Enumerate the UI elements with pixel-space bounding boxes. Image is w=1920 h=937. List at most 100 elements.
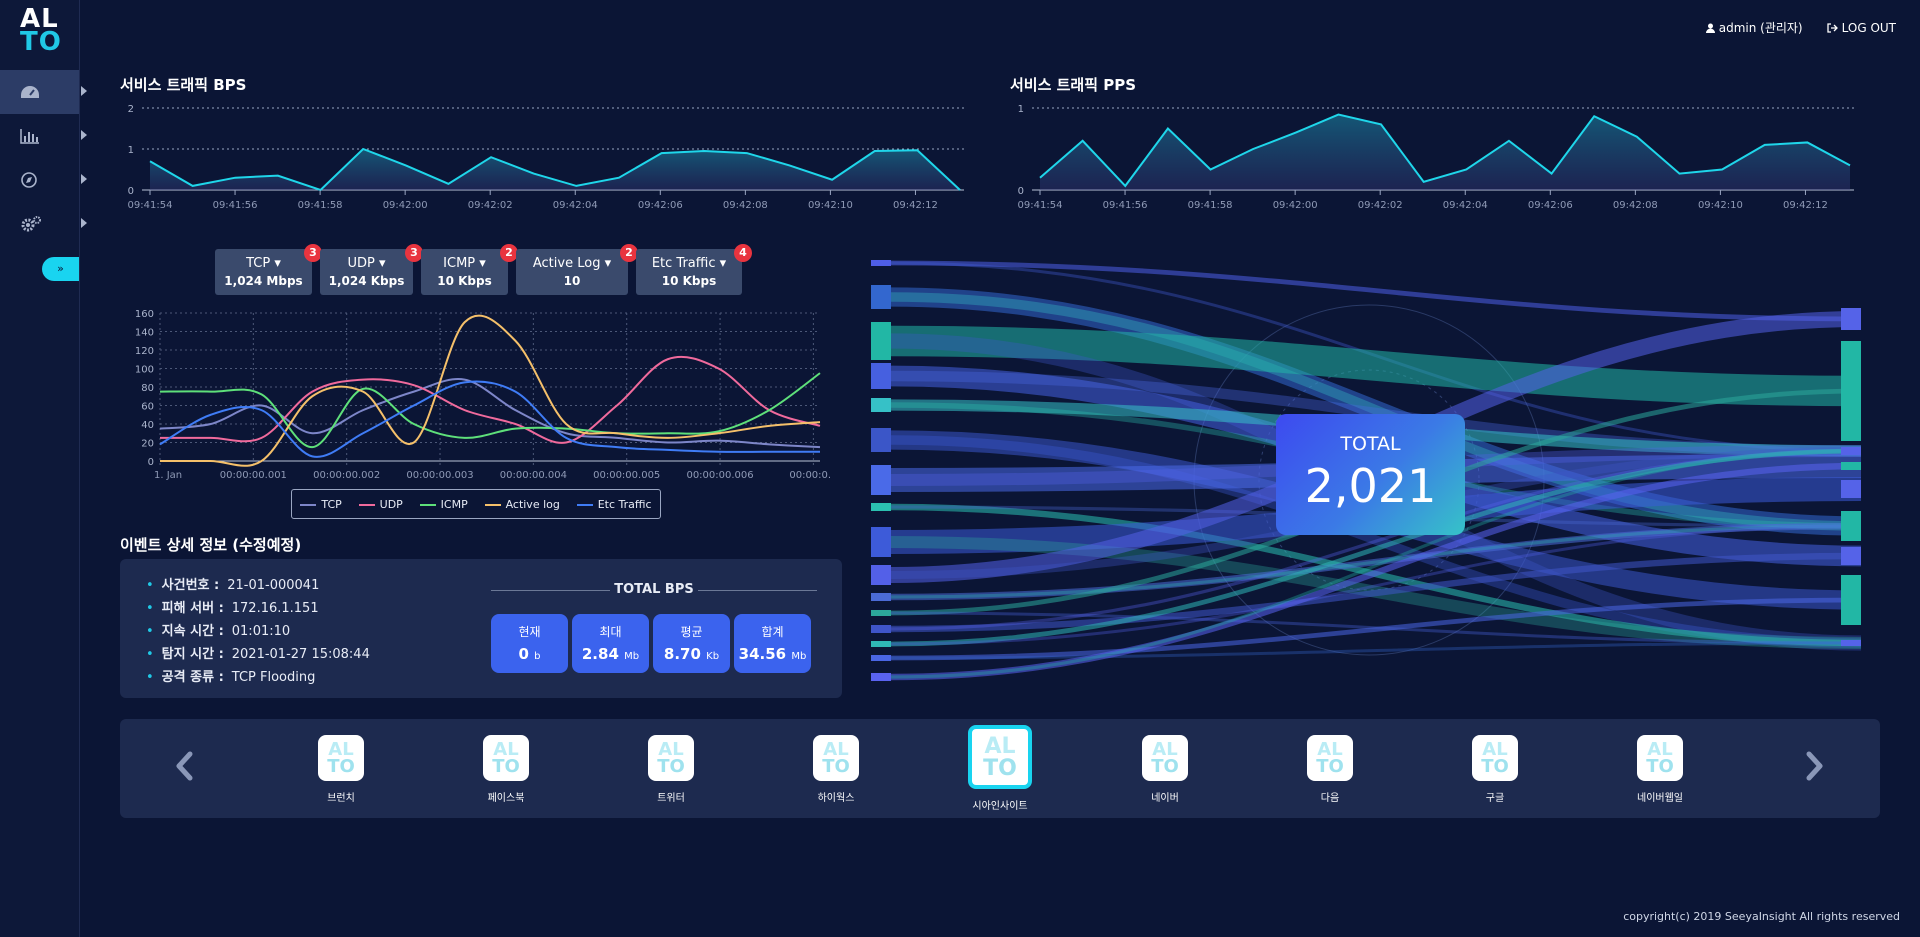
sankey-source-node[interactable] [871, 625, 891, 633]
sankey-source-node[interactable] [871, 565, 891, 585]
sankey-source-node[interactable] [871, 610, 891, 616]
user-icon [1705, 23, 1715, 33]
site-label: 다음 [1320, 793, 1340, 804]
line-chart-legend: TCP UDP ICMP Active log Etc Traffic [291, 489, 661, 519]
sankey-source-node[interactable] [871, 260, 891, 266]
site-logo-icon: AL TO [1472, 735, 1518, 781]
sankey-target-node[interactable] [1841, 640, 1861, 646]
site-item[interactable]: AL TO 트위터 [626, 735, 716, 804]
card-value: 2.84 [581, 645, 619, 663]
legend-label: Etc Traffic [597, 497, 652, 511]
tab-name: ICMP [443, 256, 476, 271]
x-tick-label: 09:42:00 [383, 200, 428, 211]
sankey-source-node[interactable] [871, 655, 891, 661]
bar-chart-icon [20, 129, 39, 144]
y-tick-label: 0 [148, 457, 154, 468]
sankey-source-node[interactable] [871, 398, 891, 412]
count-badge: 4 [734, 244, 752, 262]
sidebar-item-settings[interactable] [0, 202, 87, 246]
sankey-source-node[interactable] [871, 673, 891, 681]
tab-etc-traffic[interactable]: Etc Traffic ▾ 10 Kbps 4 [636, 244, 752, 295]
sidebar-expand-button[interactable]: » [42, 257, 79, 281]
event-row: 사건번호 : 21-01-000041 [146, 574, 370, 597]
event-detail-list: 사건번호 : 21-01-000041 피해 서버 : 172.16.1.151 지… [146, 574, 370, 689]
legend-label: ICMP [440, 497, 468, 511]
x-tick-label: 1. Jan [154, 470, 182, 481]
sankey-target-node[interactable] [1841, 462, 1861, 470]
legend-item-etc-traffic[interactable]: Etc Traffic [576, 497, 652, 511]
bps-card-sum: 합계 34.56 Mb [734, 614, 811, 673]
x-tick-label: 09:42:04 [1443, 200, 1488, 211]
legend-item-icmp[interactable]: ICMP [419, 497, 468, 511]
tab-udp[interactable]: UDP ▾ 1,024 Kbps 3 [320, 244, 423, 295]
legend-item-tcp[interactable]: TCP [300, 498, 342, 511]
logout-icon [1826, 22, 1838, 33]
site-item[interactable]: AL TO 구글 [1450, 735, 1540, 804]
tab-active-log[interactable]: Active Log ▾ 10 2 [516, 244, 638, 295]
legend-item-active-log[interactable]: Active log [484, 498, 560, 511]
sankey-source-node[interactable] [871, 527, 891, 557]
sankey-source-node[interactable] [871, 593, 891, 601]
protocol-line-chart: 0 20 40 60 80 100 120 140 160 1. Jan 00:00:00.001 0… [135, 309, 830, 481]
site-label: 브런치 [327, 793, 355, 804]
site-logo-icon: AL TO [318, 735, 364, 781]
chevron-right-icon [81, 130, 87, 140]
tab-icmp[interactable]: ICMP ▾ 10 Kbps 2 [421, 244, 518, 295]
sankey-target-node[interactable] [1841, 341, 1861, 441]
carousel-prev-icon[interactable] [174, 750, 194, 782]
sidebar: AL TO [0, 0, 87, 937]
x-tick-label: 09:42:08 [723, 200, 768, 211]
event-label: 지속 시간 : [161, 624, 224, 639]
sankey-target-node[interactable] [1841, 308, 1861, 330]
y-tick-label: 80 [141, 383, 154, 394]
card-label: 현재 [518, 625, 541, 639]
site-logo-icon: AL TO [968, 725, 1032, 789]
x-tick-label: 09:42:08 [1613, 200, 1658, 211]
sankey-target-node[interactable] [1841, 511, 1861, 541]
y-tick-label: 1 [1018, 104, 1024, 115]
event-value: 01:01:10 [231, 624, 291, 639]
site-item[interactable]: AL TO 페이스북 [461, 735, 551, 804]
user-menu[interactable]: admin (관리자) [1705, 19, 1803, 36]
sankey-source-node[interactable] [871, 363, 891, 389]
card-unit: Kb [706, 651, 720, 662]
tab-value: 10 Kbps [437, 274, 492, 288]
series-line-tcp [159, 378, 821, 449]
site-item[interactable]: AL TO 시아인사이트 [955, 725, 1045, 812]
sankey-target-node[interactable] [1841, 480, 1861, 498]
legend-item-udp[interactable]: UDP [358, 497, 403, 511]
legend-label: UDP [379, 497, 403, 511]
site-item[interactable]: AL TO 네이버 [1120, 735, 1210, 804]
sankey-source-node[interactable] [871, 641, 891, 647]
site-item[interactable]: AL TO 다음 [1285, 735, 1375, 804]
site-item[interactable]: AL TO 브런치 [296, 735, 386, 804]
event-row: 탐지 시간 : 2021-01-27 15:08:44 [146, 643, 370, 666]
sankey-source-node[interactable] [871, 285, 891, 309]
x-tick-label: 09:41:54 [128, 200, 173, 211]
logo[interactable]: AL TO [20, 6, 64, 55]
site-item[interactable]: AL TO 네이버웹일 [1615, 735, 1705, 804]
sankey-source-node[interactable] [871, 428, 891, 452]
y-tick-label: 20 [141, 439, 154, 450]
sidebar-item-dashboard[interactable] [0, 70, 87, 114]
sankey-source-node[interactable] [871, 503, 891, 511]
sankey-target-node[interactable] [1841, 447, 1861, 455]
site-item[interactable]: AL TO 하이웍스 [791, 735, 881, 804]
tab-tcp[interactable]: TCP ▾ 1,024 Mbps 3 [215, 244, 322, 295]
x-tick-label: 09:42:06 [1528, 200, 1573, 211]
tab-name: UDP [347, 256, 375, 271]
series-line-active-log [159, 314, 821, 467]
sankey-target-node[interactable] [1841, 575, 1861, 625]
copyright: copyright(c) 2019 SeeyaInsight All right… [1623, 910, 1900, 923]
carousel-next-icon[interactable] [1805, 750, 1825, 782]
sankey-target-node[interactable] [1841, 547, 1861, 565]
sankey-source-node[interactable] [871, 322, 891, 360]
caret-down-icon: ▾ [479, 256, 486, 271]
logout-button[interactable]: LOG OUT [1826, 19, 1896, 36]
sidebar-item-statistics[interactable] [0, 114, 87, 158]
sankey-source-node[interactable] [871, 465, 891, 495]
x-tick-label: 09:41:54 [1018, 200, 1063, 211]
site-logo-icon: AL TO [1307, 735, 1353, 781]
total-bps-title: TOTAL BPS [610, 582, 698, 597]
sidebar-item-explore[interactable] [0, 158, 87, 202]
